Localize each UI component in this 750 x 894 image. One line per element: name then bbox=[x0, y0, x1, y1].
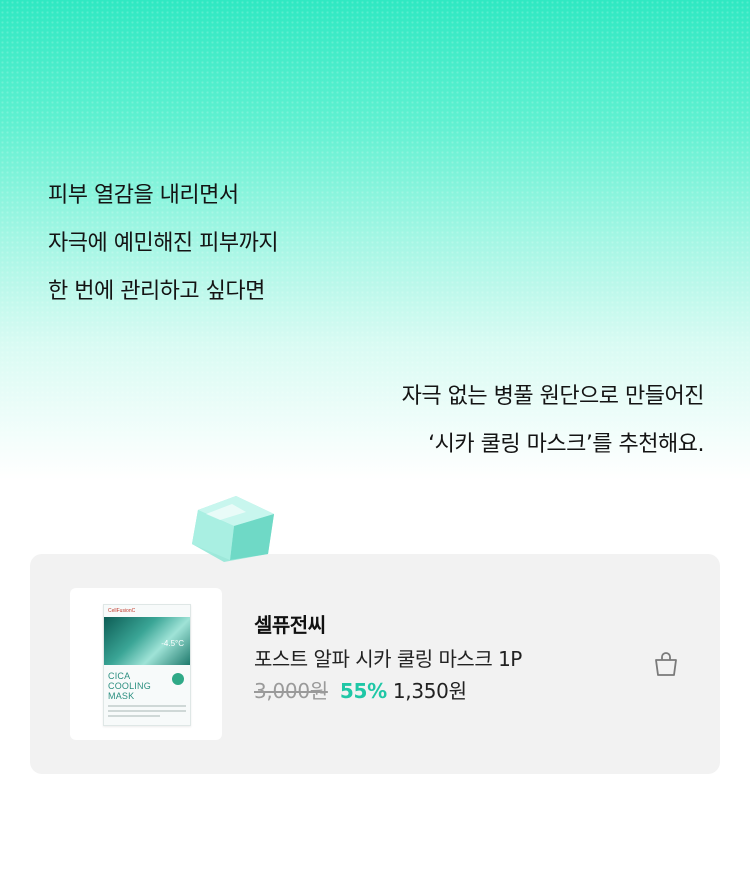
intro-line-3: 한 번에 관리하고 싶다면 bbox=[48, 279, 265, 304]
product-brand[interactable]: 셀퓨전씨 bbox=[254, 612, 522, 638]
pack-name-line-3: MASK bbox=[108, 691, 135, 701]
product-card[interactable]: CellFusionC -4.5°C CICA COOLING MASK 셀퓨전… bbox=[30, 554, 720, 774]
pack-fine-print bbox=[108, 710, 186, 712]
pack-name-line-1: CICA bbox=[108, 671, 131, 681]
ice-cube-icon bbox=[192, 496, 274, 562]
discount-rate: 55% bbox=[339, 679, 387, 703]
product-name[interactable]: 포스트 알파 시카 쿨링 마스크 1P bbox=[254, 646, 522, 672]
pack-temperature: -4.5°C bbox=[161, 639, 184, 648]
recommendation-text: 자극 없는 병풀 원단으로 만들어진 ‘시카 쿨링 마스크’를 추천해요. bbox=[401, 373, 705, 469]
pack-product-name: CICA COOLING MASK bbox=[108, 671, 151, 701]
original-price: 3,000원 bbox=[254, 679, 328, 703]
product-info[interactable]: 셀퓨전씨 포스트 알파 시카 쿨링 마스크 1P 3,000원 55% 1,350원 bbox=[254, 612, 522, 704]
product-price: 3,000원 55% 1,350원 bbox=[254, 678, 522, 704]
product-thumbnail[interactable]: CellFusionC -4.5°C CICA COOLING MASK bbox=[70, 588, 222, 740]
sale-price: 1,350원 bbox=[392, 679, 467, 703]
shopping-bag-icon[interactable] bbox=[652, 650, 680, 678]
recommendation-line-2: ‘시카 쿨링 마스크’를 추천해요. bbox=[428, 432, 704, 457]
pack-fine-print bbox=[108, 705, 186, 707]
pack-brand-mark: CellFusionC bbox=[108, 608, 136, 614]
intro-line-1: 피부 열감을 내리면서 bbox=[48, 183, 239, 208]
intro-line-2: 자극에 예민해진 피부까지 bbox=[48, 231, 279, 256]
pack-name-line-2: COOLING bbox=[108, 681, 151, 691]
pack-seal-icon bbox=[172, 673, 184, 685]
pack-fine-print bbox=[108, 715, 160, 717]
recommendation-line-1: 자극 없는 병풀 원단으로 만들어진 bbox=[401, 384, 705, 409]
mask-pack-image: CellFusionC -4.5°C CICA COOLING MASK bbox=[103, 604, 191, 726]
intro-text: 피부 열감을 내리면서 자극에 예민해진 피부까지 한 번에 관리하고 싶다면 bbox=[48, 172, 279, 316]
